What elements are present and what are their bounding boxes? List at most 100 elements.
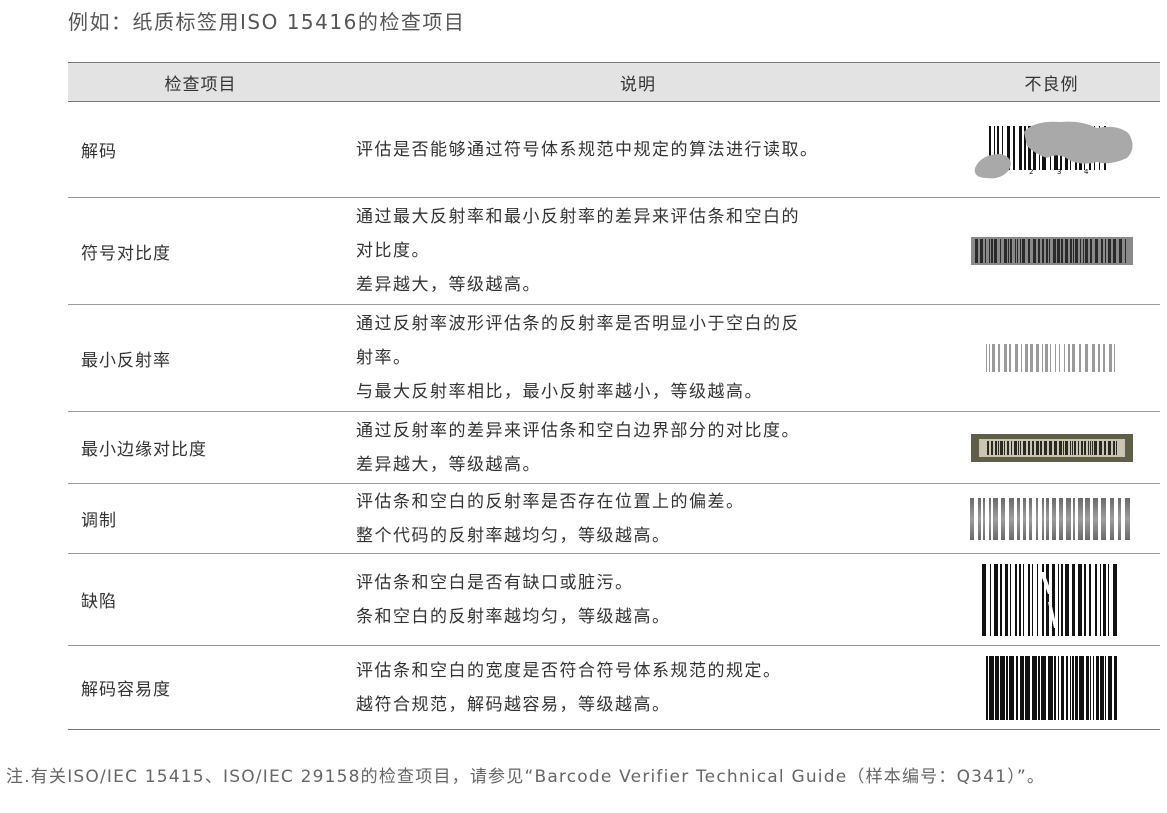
barcode-bar (1090, 239, 1092, 263)
barcode-bar (998, 440, 999, 455)
barcode-bar (1009, 344, 1011, 372)
barcode-bar (1066, 497, 1071, 540)
barcode-bar (1037, 563, 1038, 636)
barcode-bar (1114, 344, 1115, 372)
bad-example-image (944, 412, 1160, 483)
barcode-bar (1001, 497, 1005, 540)
barcode-bar (1015, 563, 1017, 636)
barcode-digit: 2 (1029, 168, 1033, 176)
barcode-bar (1038, 239, 1040, 263)
barcode-bar (1010, 563, 1011, 636)
barcode-bar (1096, 655, 1099, 720)
desc-line: 差异越大，等级越高。 (356, 275, 541, 295)
barcode-digit: 3 (1057, 168, 1061, 176)
barcode-bar (993, 497, 998, 540)
barcode-bar (1095, 563, 1097, 636)
barcode-bar (1049, 440, 1052, 455)
barcode-bar (1017, 497, 1020, 540)
barcode-bar (994, 563, 998, 636)
barcode-bar (995, 440, 997, 455)
desc-line: 射率。 (356, 348, 412, 368)
barcode-low-symbol-contrast-image (971, 237, 1133, 265)
barcode-bar (1118, 497, 1121, 540)
barcode-bar (1099, 440, 1102, 455)
barcode-bar (1058, 655, 1059, 720)
barcode-bar (1094, 440, 1097, 455)
barcode-bar (1095, 239, 1098, 263)
barcode-bar (1073, 239, 1074, 263)
barcode-bar (1046, 239, 1048, 263)
barcode-bar (998, 344, 1000, 372)
barcode-bar (1028, 239, 1030, 263)
row-item-name: 最小边缘对比度 (81, 440, 207, 460)
barcode-bar (1025, 344, 1028, 372)
barcode-bar (1070, 239, 1072, 263)
barcode-bar (1065, 239, 1068, 263)
barcode-bar (1105, 655, 1106, 720)
barcode-bar (1042, 497, 1044, 540)
barcode-bar (1084, 440, 1086, 455)
barcode-bar (1088, 440, 1089, 455)
barcode-dark-background-image (971, 433, 1133, 462)
barcode-bar (1092, 440, 1093, 455)
barcode-bar (1009, 655, 1014, 720)
barcode-bar (1064, 344, 1065, 372)
barcode-bar (1054, 440, 1057, 455)
row-item-name: 缺陷 (81, 592, 117, 612)
barcode-bar (1074, 440, 1076, 455)
barcode-bar (1073, 497, 1075, 540)
barcode-bar (1054, 655, 1056, 720)
barcode-bar (1015, 344, 1018, 372)
barcode-bar (1070, 655, 1071, 720)
barcode-bar (1108, 655, 1112, 720)
barcode-bar (1004, 239, 1007, 263)
header-inspection-item: 检查项目 (164, 74, 237, 95)
barcode-bar (1070, 440, 1071, 455)
barcode-bar (1065, 563, 1069, 636)
table-row: 符号对比度 通过最大反射率和最小反射率的差异来评估条和空白的 对比度。 差异越大… (68, 198, 1160, 305)
barcode-bar (1100, 563, 1101, 636)
barcode-bar (1075, 655, 1078, 720)
row-description: 评估条和空白的宽度是否符合符号体系规范的规定。 越符合规范，解码越容易，等级越高… (344, 654, 944, 722)
barcode-bar (1046, 497, 1049, 540)
barcode-bar (1113, 440, 1115, 455)
barcode-bar (1092, 344, 1095, 372)
barcode-bar (1011, 440, 1012, 455)
desc-line: 与最大反射率相比，最小反射率越小，等级越高。 (356, 382, 763, 402)
barcode-bar (994, 239, 997, 263)
barcode-bar (1113, 239, 1116, 263)
barcode-bar (1080, 239, 1081, 263)
desc-line: 评估条和空白是否有缺口或脏污。 (356, 572, 634, 593)
barcode-bar (1109, 344, 1112, 372)
barcode-bar (1119, 239, 1122, 263)
barcode-bar (1079, 655, 1084, 720)
barcode-bar (1061, 563, 1063, 636)
barcode-bar (1085, 344, 1088, 372)
row-description: 评估是否能够通过符号体系规范中规定的算法进行读取。 (344, 133, 944, 167)
bad-example-image (944, 484, 1160, 553)
barcode-bar (1010, 239, 1012, 263)
barcode-bar (1103, 344, 1105, 372)
barcode-bar (1038, 655, 1040, 720)
barcode-bar (1101, 497, 1106, 540)
barcode-digit: 4 (1084, 168, 1089, 176)
table-row: 最小反射率 通过反射率波形评估条的反射率是否明显小于空白的反 射率。 与最大反射… (68, 305, 1160, 412)
barcode-bar (1061, 239, 1063, 263)
barcode-bar (995, 655, 999, 720)
barcode-defect-spots-image (982, 563, 1117, 636)
barcode-bar (1004, 440, 1005, 455)
barcode-bar (989, 655, 994, 720)
desc-line: 条和空白的反射率越均匀，等级越高。 (356, 606, 671, 627)
barcode-bar (1061, 655, 1064, 720)
barcode-bar (1020, 440, 1021, 455)
barcode-bar (987, 440, 989, 455)
barcode-bar (1108, 239, 1111, 263)
barcode-bar (1090, 655, 1091, 720)
barcode-bar (970, 497, 974, 540)
barcode-bar (1028, 440, 1030, 455)
barcode-bar (1028, 563, 1030, 636)
barcode-bar (1078, 563, 1082, 636)
dirt-blot (1024, 121, 1133, 164)
barcode-bar (980, 239, 983, 263)
barcode-bar (989, 497, 991, 540)
